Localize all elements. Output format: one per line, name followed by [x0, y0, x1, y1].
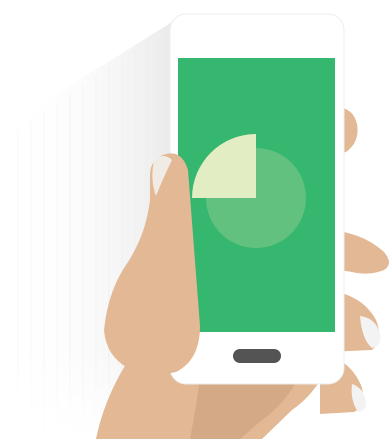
- hand-holding-phone-illustration: [0, 0, 392, 439]
- home-button: [233, 349, 281, 363]
